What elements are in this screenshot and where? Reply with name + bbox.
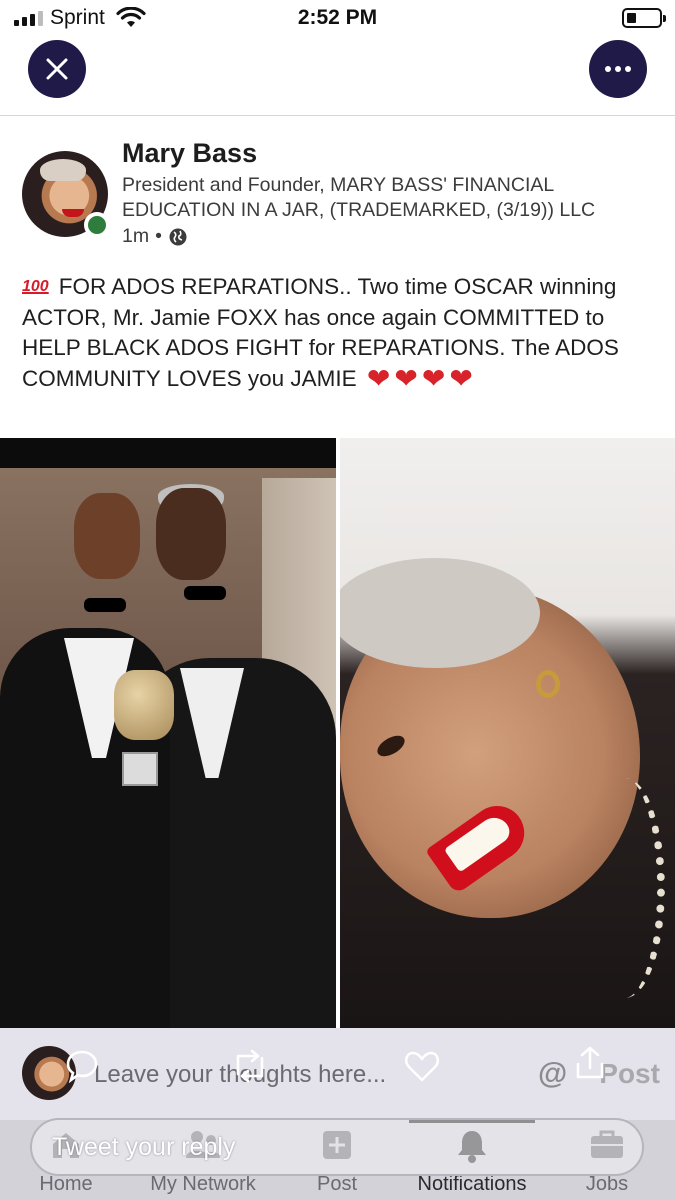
status-bar: Sprint 2:52 PM xyxy=(0,0,675,36)
tweet-reply-input[interactable]: Tweet your reply xyxy=(30,1118,644,1176)
close-button[interactable] xyxy=(28,40,86,98)
battery-icon xyxy=(622,8,666,28)
like-heart-icon[interactable] xyxy=(403,1048,441,1084)
nav-home-label: Home xyxy=(39,1173,93,1195)
heart-emoji: ❤ xyxy=(421,362,446,394)
nav-notifications-label: Notifications xyxy=(417,1173,527,1195)
comment-icon[interactable] xyxy=(64,1048,100,1084)
post-image-selfie[interactable] xyxy=(340,438,675,1028)
more-options-button[interactable] xyxy=(589,40,647,98)
nav-post-label: Post xyxy=(316,1173,358,1195)
mention-button[interactable]: @ xyxy=(538,1057,567,1090)
author-headline: President and Founder, MARY BASS' FINANC… xyxy=(122,174,596,221)
action-bar: Leave your thoughts here... @ Post xyxy=(0,1028,675,1120)
post-image-award-photo[interactable] xyxy=(0,438,336,1028)
hundred-points-emoji: 100 xyxy=(22,278,49,295)
globe-icon xyxy=(169,228,187,245)
heart-emoji: ❤ xyxy=(394,362,418,394)
post-body: FOR ADOS REPARATIONS.. Two time OSCAR wi… xyxy=(22,274,619,391)
post-meta: 1m • xyxy=(122,225,188,248)
post-text: 100 FOR ADOS REPARATIONS.. Two time OSCAR… xyxy=(22,272,650,394)
author-name[interactable]: Mary Bass xyxy=(122,138,257,169)
header-divider xyxy=(0,115,675,116)
meta-separator: • xyxy=(155,225,162,247)
nav-my-network-label: My Network xyxy=(150,1173,256,1195)
more-horizontal-icon xyxy=(605,66,631,72)
share-icon[interactable] xyxy=(572,1044,608,1082)
heart-emoji: ❤ xyxy=(366,362,391,394)
online-status-dot xyxy=(84,212,110,238)
close-icon xyxy=(46,58,68,80)
post-time: 1m xyxy=(122,225,150,247)
post-comment-button[interactable]: Post xyxy=(599,1058,660,1089)
hearts-emoji-group: ❤ ❤ ❤ ❤ xyxy=(363,362,473,394)
nav-jobs-label: Jobs xyxy=(585,1173,629,1195)
clock-time: 2:52 PM xyxy=(297,6,378,29)
reply-placeholder: Tweet your reply xyxy=(52,1133,236,1161)
retweet-icon[interactable] xyxy=(230,1048,270,1084)
heart-emoji: ❤ xyxy=(449,362,473,394)
